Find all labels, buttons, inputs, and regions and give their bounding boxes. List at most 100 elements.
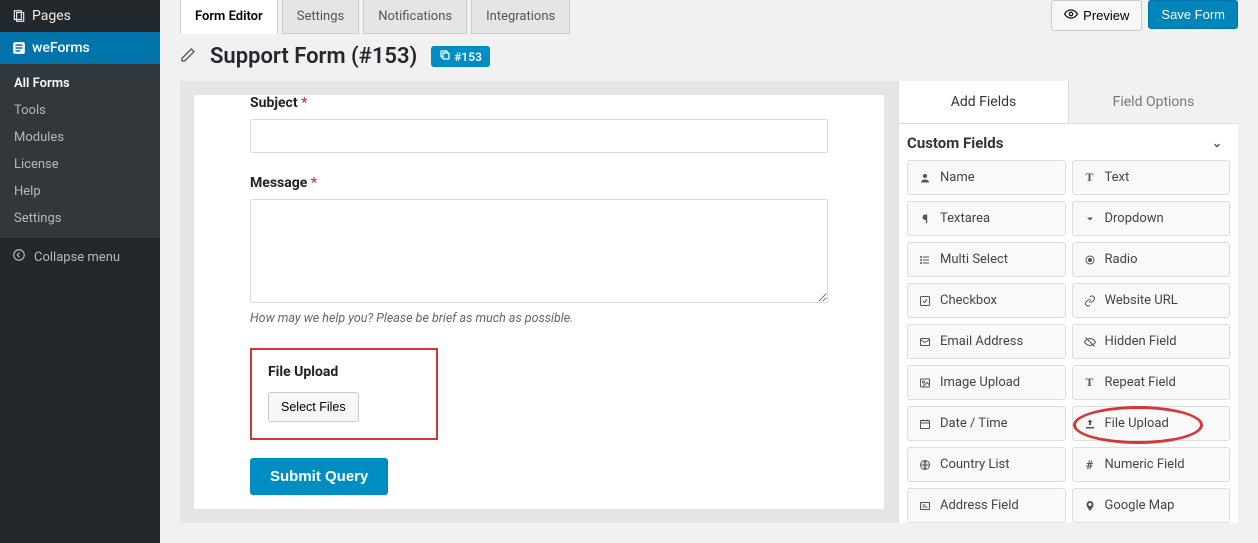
submenu-all-forms[interactable]: All Forms xyxy=(0,70,160,97)
cal-icon xyxy=(918,418,932,430)
dot-icon xyxy=(1083,254,1097,266)
field-btn-label: Textarea xyxy=(940,211,990,226)
textcur-icon: T xyxy=(1083,375,1097,390)
field-btn-text[interactable]: TText xyxy=(1072,160,1231,195)
sidebar-label-pages: Pages xyxy=(32,8,71,24)
field-btn-label: Hidden Field xyxy=(1105,334,1177,349)
collapse-label: Collapse menu xyxy=(34,250,120,265)
submenu-help[interactable]: Help xyxy=(0,178,160,205)
form-title: Support Form (#153) xyxy=(210,44,417,69)
field-btn-multi-select[interactable]: Multi Select xyxy=(907,242,1066,277)
chevron-down-icon: ⌄ xyxy=(1212,136,1222,150)
submenu-tools[interactable]: Tools xyxy=(0,97,160,124)
tab-add-fields[interactable]: Add Fields xyxy=(899,81,1068,124)
field-btn-numeric-field[interactable]: # Numeric Field xyxy=(1072,447,1231,482)
required-mark: * xyxy=(311,175,317,191)
field-btn-file-upload[interactable]: File Upload xyxy=(1072,406,1231,441)
eyeoff-icon xyxy=(1083,336,1097,348)
pin-icon xyxy=(1083,500,1097,512)
field-btn-google-map[interactable]: Google Map xyxy=(1072,488,1231,523)
field-btn-label: Image Upload xyxy=(940,375,1020,390)
sidebar-label-weforms: weForms xyxy=(32,40,90,56)
field-btn-address-field[interactable]: Address Field xyxy=(907,488,1066,523)
weforms-submenu: All Forms Tools Modules License Help Set… xyxy=(0,64,160,238)
title-bar: Support Form (#153) #153 xyxy=(160,34,1258,81)
pencil-icon[interactable] xyxy=(180,47,196,67)
subject-input[interactable] xyxy=(250,119,828,153)
top-row: Form Editor Settings Notifications Integ… xyxy=(160,0,1258,34)
right-tabs: Add Fields Field Options xyxy=(899,81,1238,124)
copy-icon xyxy=(439,49,451,64)
weforms-icon xyxy=(12,41,32,55)
field-btn-checkbox[interactable]: Checkbox xyxy=(907,283,1066,318)
sidebar-item-weforms[interactable]: weForms xyxy=(0,32,160,64)
hash-icon: # xyxy=(1083,458,1097,472)
upload-icon xyxy=(1083,418,1097,430)
form-tabs: Form Editor Settings Notifications Integ… xyxy=(180,0,1051,34)
sidebar-item-pages[interactable]: Pages xyxy=(0,0,160,32)
field-btn-radio[interactable]: Radio xyxy=(1072,242,1231,277)
shortcode-badge[interactable]: #153 xyxy=(431,46,490,67)
field-btn-label: Website URL xyxy=(1105,293,1178,308)
para-icon: ¶ xyxy=(918,212,932,226)
field-btn-label: Dropdown xyxy=(1105,211,1164,226)
tab-field-options[interactable]: Field Options xyxy=(1068,81,1238,124)
admin-sidebar: Pages weForms All Forms Tools Modules Li… xyxy=(0,0,160,543)
field-btn-email-address[interactable]: Email Address xyxy=(907,324,1066,359)
field-btn-textarea[interactable]: ¶ Textarea xyxy=(907,201,1066,236)
select-files-button[interactable]: Select Files xyxy=(268,392,359,422)
custom-fields-header[interactable]: Custom Fields ⌄ xyxy=(903,124,1234,160)
submenu-license[interactable]: License xyxy=(0,151,160,178)
field-btn-country-list[interactable]: Country List xyxy=(907,447,1066,482)
save-form-button[interactable]: Save Form xyxy=(1148,0,1238,29)
tab-notifications[interactable]: Notifications xyxy=(363,0,467,34)
field-subject[interactable]: Subject * xyxy=(250,95,828,153)
preview-button[interactable]: Preview xyxy=(1051,0,1142,31)
mail-icon xyxy=(918,336,932,348)
field-message[interactable]: Message * How may we help you? Please be… xyxy=(250,175,828,326)
eye-icon xyxy=(1064,7,1078,24)
field-btn-website-url[interactable]: Website URL xyxy=(1072,283,1231,318)
field-btn-label: Google Map xyxy=(1105,498,1175,513)
field-btn-label: File Upload xyxy=(1105,416,1169,431)
message-help: How may we help you? Please be brief as … xyxy=(250,311,828,326)
form-preview-outer: Subject * Message * How may we help you?… xyxy=(180,81,898,523)
submenu-settings[interactable]: Settings xyxy=(0,205,160,232)
field-btn-label: Date / Time xyxy=(940,416,1008,431)
image-icon xyxy=(918,377,932,389)
field-btn-dropdown[interactable]: Dropdown xyxy=(1072,201,1231,236)
custom-fields-grid: NameTText ¶ Textarea Dropdown Multi Select Ra… xyxy=(903,160,1234,523)
pages-icon xyxy=(12,9,32,23)
field-btn-label: Numeric Field xyxy=(1105,457,1185,472)
field-btn-name[interactable]: Name xyxy=(907,160,1066,195)
main-area: Form Editor Settings Notifications Integ… xyxy=(160,0,1258,543)
required-mark: * xyxy=(301,95,307,111)
badge-text: #153 xyxy=(454,50,482,64)
check-icon xyxy=(918,295,932,307)
subject-label: Subject * xyxy=(250,95,828,111)
caret-icon xyxy=(1083,213,1097,225)
field-btn-date-time[interactable]: Date / Time xyxy=(907,406,1066,441)
file-upload-label: File Upload xyxy=(268,364,420,380)
field-btn-label: Checkbox xyxy=(940,293,997,308)
field-file-upload-highlight: File Upload Select Files xyxy=(250,348,438,440)
message-label: Message * xyxy=(250,175,828,191)
tab-integrations[interactable]: Integrations xyxy=(471,0,570,34)
collapse-menu[interactable]: Collapse menu xyxy=(0,238,160,276)
card-icon xyxy=(918,500,932,512)
submenu-modules[interactable]: Modules xyxy=(0,124,160,151)
field-btn-label: Multi Select xyxy=(940,252,1008,267)
header-actions: Preview Save Form xyxy=(1051,0,1238,31)
right-panel: Add Fields Field Options Custom Fields ⌄… xyxy=(898,81,1238,523)
tab-settings[interactable]: Settings xyxy=(282,0,359,34)
field-btn-hidden-field[interactable]: Hidden Field xyxy=(1072,324,1231,359)
field-btn-repeat-field[interactable]: T Repeat Field xyxy=(1072,365,1231,400)
message-textarea[interactable] xyxy=(250,199,828,303)
submit-button[interactable]: Submit Query xyxy=(250,458,388,495)
field-btn-label: Radio xyxy=(1105,252,1138,267)
globe-icon xyxy=(918,459,932,471)
tab-form-editor[interactable]: Form Editor xyxy=(180,0,278,34)
custom-fields-title: Custom Fields xyxy=(907,134,1003,152)
field-btn-image-upload[interactable]: Image Upload xyxy=(907,365,1066,400)
field-btn-label: Repeat Field xyxy=(1105,375,1176,390)
